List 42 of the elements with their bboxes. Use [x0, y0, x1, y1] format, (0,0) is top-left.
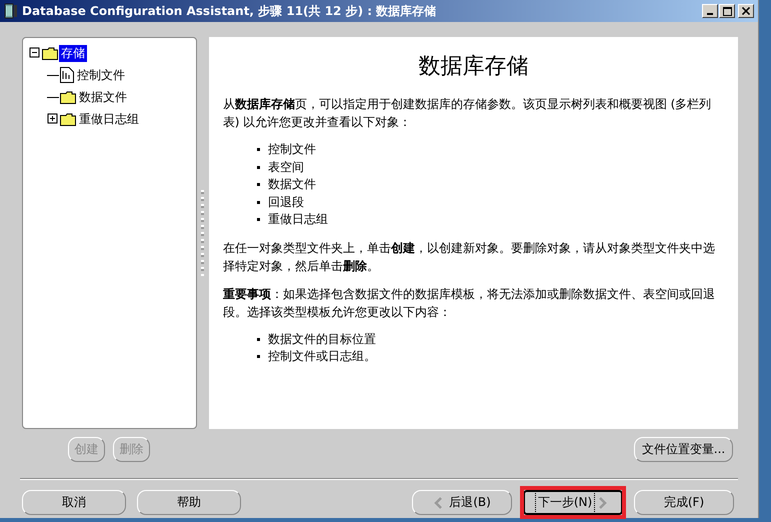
- maximize-icon: [722, 6, 732, 16]
- list-item: 数据文件的目标位置: [268, 330, 376, 348]
- expand-toggle-icon[interactable]: [47, 113, 59, 125]
- right-chevron-icon: [598, 496, 608, 508]
- folder-icon: [42, 46, 58, 60]
- tree-item[interactable]: 控制文件: [75, 66, 127, 84]
- list-item: 控制文件: [268, 141, 316, 158]
- bullet-icon: [256, 148, 260, 151]
- bullet-icon: [256, 200, 260, 204]
- splitter-handle[interactable]: [201, 190, 204, 276]
- page-heading: 数据库存储: [417, 53, 530, 81]
- tree-item[interactable]: 存储: [59, 44, 87, 62]
- cancel-button[interactable]: 取消: [22, 490, 126, 515]
- bullet-icon: [256, 218, 260, 221]
- list-item: 回退段: [268, 194, 304, 210]
- list-item: 数据文件: [268, 176, 316, 193]
- finish-button[interactable]: 完成(F): [634, 490, 734, 515]
- bullet-icon: [256, 338, 260, 340]
- folder-icon: [60, 112, 76, 126]
- bullet-icon: [256, 355, 260, 358]
- file-location-button[interactable]: 文件位置变量...: [634, 437, 733, 462]
- list-item: 控制文件或日志组。: [268, 348, 376, 365]
- bullet-icon: [256, 166, 260, 168]
- close-button[interactable]: [738, 4, 754, 18]
- bullet-icon: [256, 183, 260, 186]
- left-chevron-icon: [433, 496, 444, 508]
- back-button[interactable]: 后退(B): [412, 490, 512, 515]
- close-icon: [742, 7, 750, 15]
- window-title: Database Configuration Assistant, 步骤 11(共 12 步) : 数据库存储: [22, 2, 438, 20]
- list-item: 表空间: [268, 158, 304, 176]
- collapse-toggle-icon[interactable]: [29, 47, 41, 59]
- description-text: 从数据库存储页，可以指定用于创建数据库的存储参数。该页显示树列表和概要视图 (多栏列表) 以允许您更改并查看以下对象：: [222, 96, 712, 131]
- description-text: 重要事项：如果选择包含数据文件的数据库模板，将无法添加或删除数据文件、表空间或回退段。选择该类型模板允许您更改以下内容：: [222, 286, 716, 320]
- database-icon: [4, 3, 18, 19]
- description-text: 在任一对象类型文件夹上，单击创建，以创建新对象。要删除对象，请从对象类型文件夹中选择特定对象，然后单击删除。: [222, 240, 716, 274]
- tree-item[interactable]: 重做日志组: [77, 110, 141, 128]
- help-button[interactable]: 帮助: [137, 490, 241, 515]
- list-item: 重做日志组: [268, 211, 328, 228]
- minimize-button[interactable]: [702, 4, 718, 18]
- next-button[interactable]: 下一步(N): [523, 490, 623, 515]
- maximize-button[interactable]: [719, 4, 735, 18]
- tree-item[interactable]: 数据文件: [77, 88, 129, 106]
